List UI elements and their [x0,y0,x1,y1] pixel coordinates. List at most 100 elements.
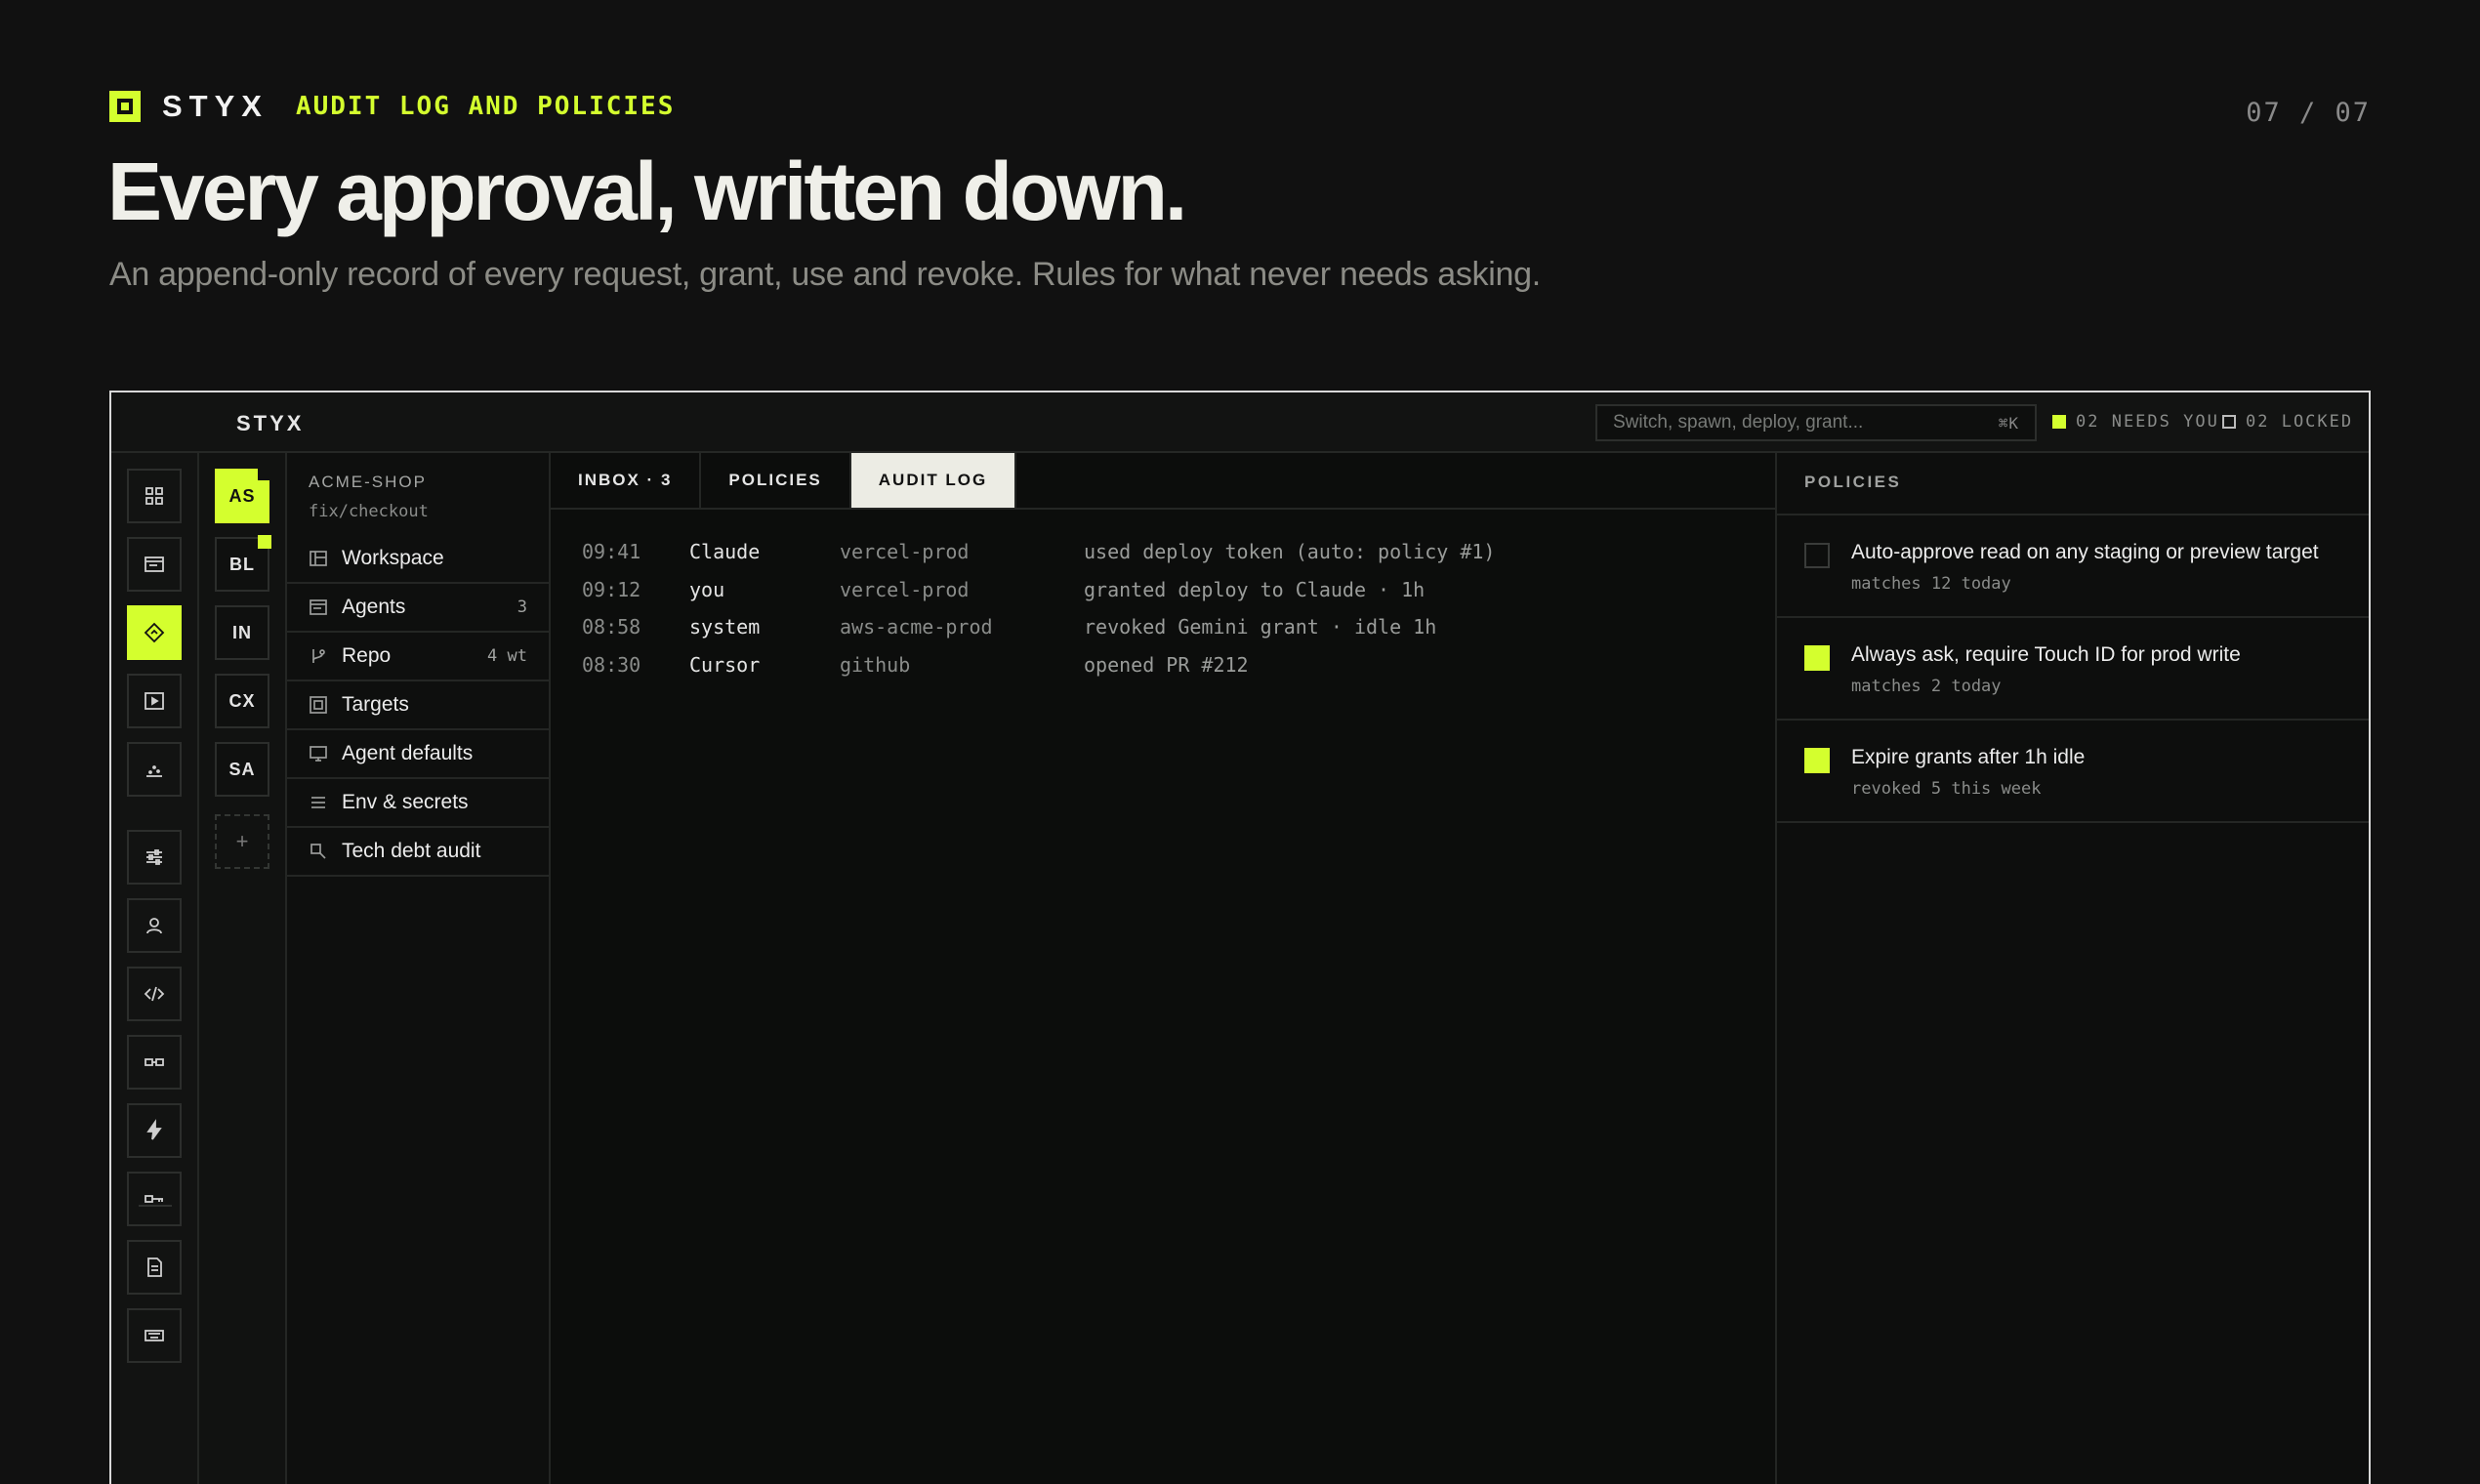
grid-icon[interactable] [127,469,182,523]
project-label: IN [232,622,252,642]
project-switcher: AS BL IN CX SA + [199,453,287,1484]
policy-item[interactable]: Expire grants after 1h idle revoked 5 th… [1777,721,2369,823]
policy-detail: matches 2 today [1851,677,2002,696]
project-cx[interactable]: CX [215,674,269,728]
section-label: AUDIT LOG AND POLICIES [295,92,676,121]
project-as[interactable]: AS [215,467,271,523]
log-actor: Cursor [689,652,761,677]
monitor-icon [309,744,328,763]
tab-inbox[interactable]: INBOX · 3 [551,453,702,508]
audit-log-list: 09:41 Claude vercel-prod used deploy tok… [582,533,1495,683]
panel-title: POLICIES [1804,473,1902,491]
nav-item-agents[interactable]: Agents 3 [287,584,549,633]
nav-item-label: Workspace [342,547,444,569]
table-row[interactable]: 09:12 you vercel-prod granted deploy to … [582,571,1495,609]
project-label: SA [228,759,256,779]
layout-icon [309,549,328,568]
search-doc-icon [309,842,328,861]
nav-item-targets[interactable]: Targets [287,681,549,730]
policy-checkbox[interactable] [1804,748,1830,773]
diamond-route-icon[interactable] [127,605,182,660]
log-actor: you [689,577,725,601]
table-row[interactable]: 09:41 Claude vercel-prod used deploy tok… [582,533,1495,571]
policy-checkbox[interactable] [1804,543,1830,568]
log-target: github [840,652,911,677]
nav-item-count: 4 wt [487,646,527,666]
log-message: revoked Gemini grant · idle 1h [1084,615,1437,639]
code-icon[interactable] [127,967,182,1021]
nav-item-agent-defaults[interactable]: Agent defaults [287,730,549,779]
user-icon[interactable] [127,898,182,953]
tab-bar: INBOX · 3 POLICIES AUDIT LOG [551,453,1775,510]
command-search[interactable]: Switch, spawn, deploy, grant... ⌘K [1595,404,2037,441]
nav-item-workspace[interactable]: Workspace [287,535,549,584]
browser-window-icon [309,598,328,617]
locked-indicator-icon [2222,415,2236,429]
log-target: vercel-prod [840,540,970,564]
tab-audit-log[interactable]: AUDIT LOG [850,453,1017,508]
document-icon[interactable] [127,1240,182,1295]
log-time: 09:41 [582,540,641,564]
project-nav: ACME-SHOP fix/checkout Workspace Agents … [287,453,551,1484]
policy-checkbox[interactable] [1804,645,1830,671]
nav-item-repo[interactable]: Repo 4 wt [287,633,549,681]
play-icon[interactable] [127,674,182,728]
needs-you-status[interactable]: 02 NEEDS YOU [2052,412,2219,432]
bolt-icon[interactable] [127,1103,182,1158]
nav-item-label: Env & secrets [342,791,469,813]
nav-item-label: Agent defaults [342,742,474,764]
search-input[interactable]: Switch, spawn, deploy, grant... [1613,412,1999,433]
app-title: STYX [236,411,305,435]
org-name: ACME-SHOP [309,473,427,491]
browser-window-icon[interactable] [127,537,182,592]
nav-item-label: Repo [342,644,392,667]
nav-item-env-secrets[interactable]: Env & secrets [287,779,549,828]
needs-you-indicator-icon [2052,415,2066,429]
locked-label: 02 LOCKED [2246,412,2354,432]
policy-item[interactable]: Always ask, require Touch ID for prod wr… [1777,618,2369,721]
main-content: INBOX · 3 POLICIES AUDIT LOG 09:41 Claud… [551,453,1775,1484]
attention-badge-icon [258,535,271,549]
log-time: 08:30 [582,652,641,677]
table-row[interactable]: 08:30 Cursor github opened PR #212 [582,646,1495,684]
log-actor: Claude [689,540,761,564]
page-number: 07 / 07 [2246,98,2371,128]
nav-item-tech-debt-audit[interactable]: Tech debt audit [287,828,549,877]
policy-title: Always ask, require Touch ID for prod wr… [1851,643,2241,666]
locked-status[interactable]: 02 LOCKED [2222,412,2353,432]
project-bl[interactable]: BL [215,535,271,592]
link-icon[interactable] [127,1035,182,1090]
chart-icon[interactable] [127,742,182,797]
table-row[interactable]: 08:58 system aws-acme-prod revoked Gemin… [582,608,1495,646]
nav-item-count: 3 [517,598,527,617]
app-window: STYX Switch, spawn, deploy, grant... ⌘K … [109,391,2371,1484]
project-label: BL [229,554,255,574]
git-branch-icon [309,646,328,666]
policy-title: Auto-approve read on any staging or prev… [1851,541,2319,563]
log-message: opened PR #212 [1084,652,1249,677]
icon-rail [111,453,199,1484]
top-bar: STYX Switch, spawn, deploy, grant... ⌘K … [111,392,2369,453]
project-label: CX [228,690,256,711]
log-target: aws-acme-prod [840,615,993,639]
nav-item-label: Tech debt audit [342,840,481,862]
project-in[interactable]: IN [215,605,269,660]
log-time: 08:58 [582,615,641,639]
brand-name: STYX [162,89,269,123]
subheadline: An append-only record of every request, … [109,256,1541,293]
keyboard-icon[interactable] [127,1308,182,1363]
policy-item[interactable]: Auto-approve read on any staging or prev… [1777,515,2369,618]
key-icon[interactable] [127,1172,182,1226]
slide-brand: STYX AUDIT LOG AND POLICIES [109,89,676,123]
project-label: AS [228,485,256,506]
search-shortcut: ⌘K [1998,413,2019,433]
sliders-icon[interactable] [127,830,182,885]
project-sa[interactable]: SA [215,742,269,797]
log-target: vercel-prod [840,577,970,601]
log-actor: system [689,615,761,639]
nav-list: Workspace Agents 3 Repo 4 wt Targets Age… [287,535,549,877]
nav-item-label: Targets [342,693,409,716]
target-icon [309,695,328,715]
add-project-button[interactable]: + [215,814,269,869]
tab-policies[interactable]: POLICIES [701,453,851,508]
